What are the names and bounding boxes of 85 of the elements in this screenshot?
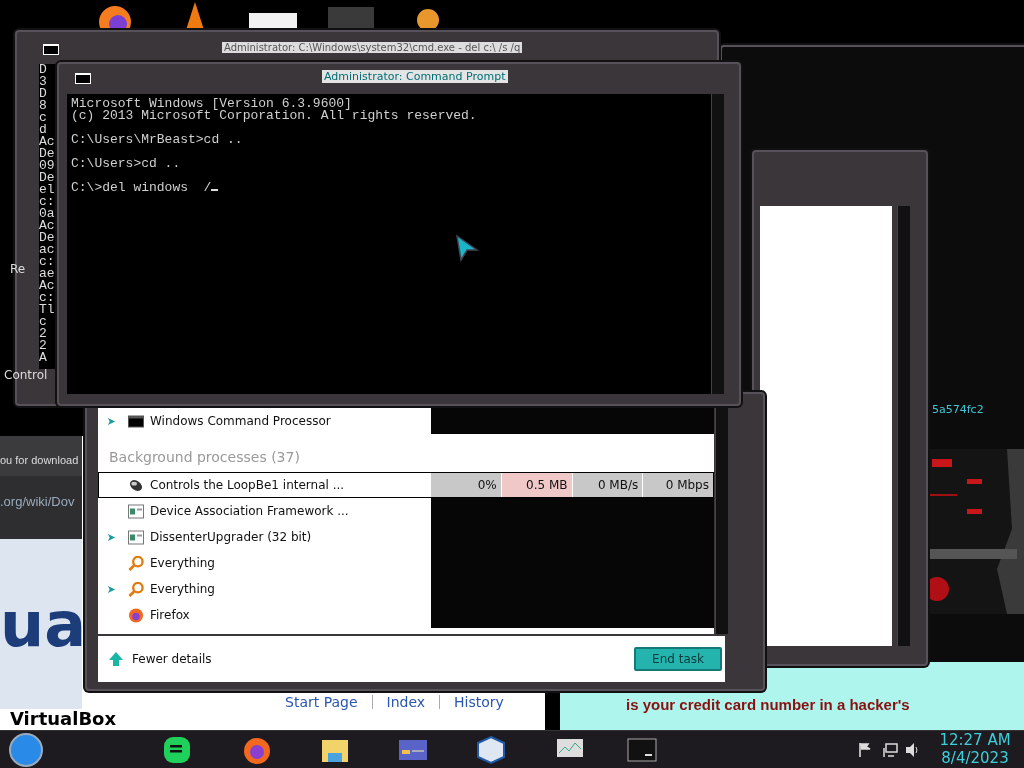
logo-text: ua <box>0 588 82 661</box>
nav-link[interactable]: History <box>454 694 504 710</box>
process-row[interactable]: Device Association Framework ... <box>98 498 714 524</box>
network-icon[interactable] <box>882 742 898 758</box>
console-line: 3 <box>39 76 48 88</box>
app-window-icon <box>128 503 144 519</box>
process-row[interactable]: DissenterUpgrader (32 bit) <box>98 524 714 550</box>
console-icon[interactable] <box>627 735 657 765</box>
console-line: Ac <box>39 280 56 292</box>
console-line: c <box>39 112 48 124</box>
scrollbar[interactable] <box>711 94 724 394</box>
process-row[interactable]: Everything <box>98 576 714 602</box>
console-line: 2 <box>39 340 48 352</box>
console-line: Tl <box>39 304 56 316</box>
process-row[interactable]: Windows Command Processor <box>98 408 714 434</box>
expand-chevron-icon[interactable] <box>107 416 116 426</box>
process-row[interactable]: Everything <box>98 550 714 576</box>
console-line: C:\Users\MrBeast>cd .. <box>71 134 244 146</box>
console-line: 2 <box>39 328 48 340</box>
console-line: 0a <box>39 208 56 220</box>
console-line: c: <box>39 196 56 208</box>
memory-cell: 0.5 MB <box>501 472 573 498</box>
console-line: c <box>39 316 48 328</box>
console-line: Ac <box>39 220 56 232</box>
cpu-cell: 0% <box>431 472 502 498</box>
up-arrow-icon <box>108 651 124 667</box>
magnifier-icon <box>128 555 144 571</box>
console-line: De <box>39 148 56 160</box>
console-line: D <box>39 88 48 100</box>
console-line: De <box>39 232 56 244</box>
clock[interactable]: 12:27 AM 8/4/2023 <box>930 731 1020 767</box>
magnifier-icon <box>128 581 144 597</box>
desktop-icon-label[interactable]: Re <box>10 262 26 276</box>
console-line: A <box>39 352 48 364</box>
address-bar[interactable]: .org/wiki/Dov <box>0 476 82 539</box>
expand-chevron-icon[interactable] <box>107 584 116 594</box>
clock-time: 12:27 AM <box>939 731 1011 749</box>
network-cell: 0 Mbps <box>643 472 714 498</box>
console-line: D <box>39 64 48 76</box>
process-row[interactable]: Controls the LoopBe1 internal ... 0% 0.5 MB 0 MB/s 0 Mbps <box>98 472 714 498</box>
console-line: ac <box>39 244 56 256</box>
console-line: C:\Users>cd .. <box>71 158 182 170</box>
console-line: ae <box>39 268 56 280</box>
app-window-icon <box>128 529 144 545</box>
console-line: 09 <box>39 160 56 172</box>
console-icon <box>128 413 144 429</box>
scrollbar[interactable] <box>897 206 910 646</box>
scrollbar[interactable] <box>715 408 728 634</box>
pointer-icon <box>455 234 479 262</box>
console-line: c: <box>39 256 56 268</box>
console-icon <box>75 73 91 84</box>
desktop-icon-label[interactable]: Control <box>4 368 48 382</box>
console-line: c: <box>39 292 56 304</box>
page-heading: VirtualBox <box>10 710 117 728</box>
console-line: d <box>39 124 47 136</box>
speaker-icon[interactable] <box>905 742 921 758</box>
clock-date: 8/4/2023 <box>941 749 1009 767</box>
window-title: Administrator: Command Prompt <box>322 70 508 83</box>
mouse-icon <box>128 477 144 493</box>
group-heading: Background processes (37) <box>108 448 301 467</box>
nav-link[interactable]: Start Page <box>285 694 358 710</box>
console-line: el <box>39 184 56 196</box>
start-orb-icon[interactable] <box>9 733 43 767</box>
cube-icon[interactable] <box>476 735 506 765</box>
console-line: 8 <box>39 100 48 112</box>
console-icon <box>43 44 59 55</box>
console-line: Ac <box>39 136 56 148</box>
window-title: Administrator: C:\Windows\system32\cmd.exe - del c:\ /s /q <box>222 42 523 53</box>
browser-icon[interactable] <box>242 735 272 765</box>
disk-cell: 0 MB/s <box>572 472 644 498</box>
expand-chevron-icon[interactable] <box>107 532 116 542</box>
console-line: C:\>del windows / <box>71 182 707 194</box>
notice-text: ou for download <box>0 436 82 476</box>
nav-link[interactable]: Index <box>386 694 426 710</box>
hash-text: 5a574fc2 <box>932 403 984 416</box>
browser-icon <box>128 607 144 623</box>
music-app-icon[interactable] <box>162 735 192 765</box>
fewer-details-button[interactable]: Fewer details <box>106 649 214 669</box>
text-cursor <box>211 189 219 191</box>
banner-text: is your credit card number in a hacker's <box>626 696 910 713</box>
console-line: De <box>39 172 56 184</box>
console-line: (c) 2013 Microsoft Corporation. All rights reserved. <box>71 110 478 122</box>
process-row[interactable]: Firefox <box>98 602 714 628</box>
end-task-button[interactable]: End task <box>634 647 722 671</box>
console-line: Microsoft Windows [Version 6.3.9600] <box>71 98 353 110</box>
